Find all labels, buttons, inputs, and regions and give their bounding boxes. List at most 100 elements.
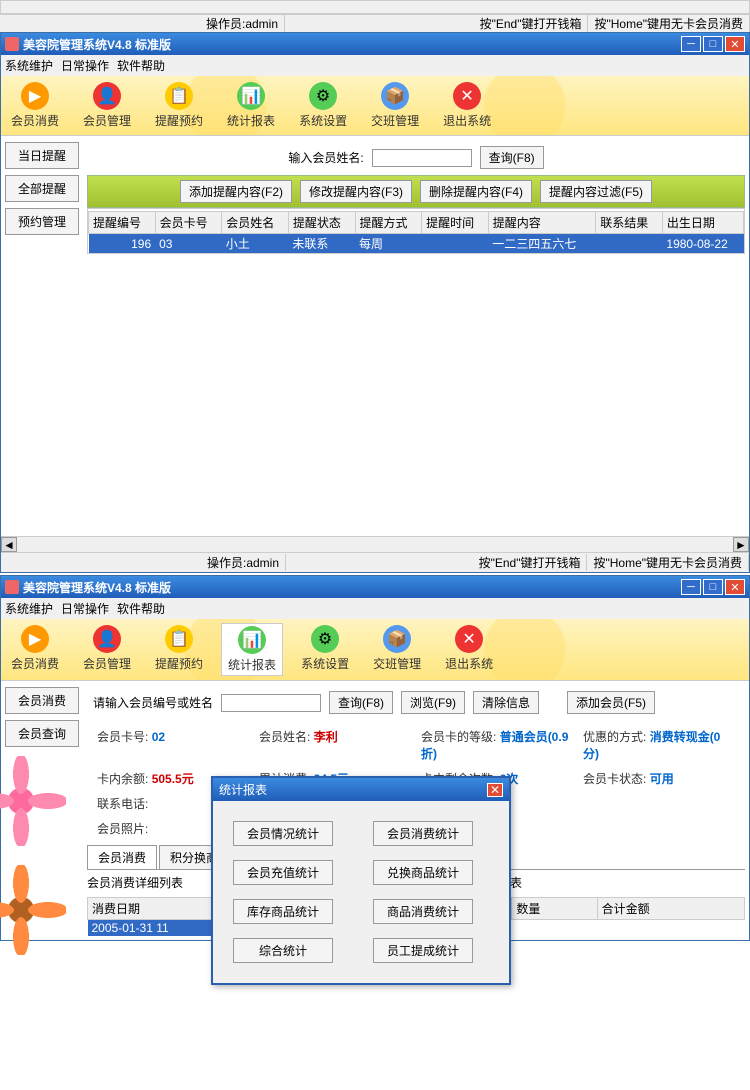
tool-settings[interactable]: ⚙系统设置: [293, 80, 353, 131]
sidebar: 当日提醒 全部提醒 预约管理: [1, 136, 83, 536]
tool-member-manage[interactable]: 👤会员管理: [77, 623, 137, 676]
member-name-input[interactable]: [372, 149, 472, 167]
query-button[interactable]: 查询(F8): [329, 691, 393, 714]
side-spend[interactable]: 会员消费: [5, 687, 79, 714]
add-member-button[interactable]: 添加会员(F5): [567, 691, 655, 714]
menu-help[interactable]: 软件帮助: [117, 600, 165, 617]
operator-label: 操作员:admin: [200, 15, 285, 32]
filter-remind-button[interactable]: 提醒内容过滤(F5): [540, 180, 652, 203]
x-icon: ✕: [455, 625, 483, 653]
menu-help[interactable]: 软件帮助: [117, 57, 165, 74]
search-row: 输入会员姓名: 查询(F8): [87, 140, 745, 175]
balance: 505.5元: [152, 772, 194, 786]
titlebar[interactable]: 美容院管理系统V4.8 标准版 ─ □ ✕: [1, 576, 749, 598]
member-spend-stat-button[interactable]: 会员消费统计: [373, 821, 473, 846]
tool-report[interactable]: 📊统计报表: [221, 80, 281, 131]
tool-exit[interactable]: ✕退出系统: [437, 80, 497, 131]
tool-remind[interactable]: 📋提醒预约: [149, 623, 209, 676]
tool-member-spend[interactable]: ▶会员消费: [5, 623, 65, 676]
filter-bar: 添加提醒内容(F2) 修改提醒内容(F3) 删除提醒内容(F4) 提醒内容过滤(…: [87, 175, 745, 208]
dialog-close-button[interactable]: ✕: [487, 783, 503, 797]
window-title: 美容院管理系统V4.8 标准版: [23, 579, 681, 596]
tool-shift[interactable]: 📦交班管理: [367, 623, 427, 676]
status-bar: 操作员:admin 按"End"键打开钱箱 按"Home"键用无卡会员消费: [1, 552, 749, 572]
chart-icon: 📊: [237, 82, 265, 110]
phone-label: 联系电话:: [97, 797, 148, 811]
member-recharge-stat-button[interactable]: 会员充值统计: [233, 860, 333, 885]
flower-icon: [0, 880, 51, 940]
app-icon: [5, 580, 19, 594]
tool-exit[interactable]: ✕退出系统: [439, 623, 499, 676]
side-booking[interactable]: 预约管理: [5, 208, 79, 235]
app-icon: [5, 37, 19, 51]
search-label: 输入会员姓名:: [288, 149, 363, 166]
member-search-input[interactable]: [221, 694, 321, 712]
tool-remind[interactable]: 📋提醒预约: [149, 80, 209, 131]
window-title: 美容院管理系统V4.8 标准版: [23, 36, 681, 53]
menubar: 系统维护 日常操作 软件帮助: [1, 598, 749, 619]
side-all[interactable]: 全部提醒: [5, 175, 79, 202]
hint-end: 按"End"键打开钱箱: [474, 15, 589, 32]
operator-label: 操作员:admin: [201, 554, 286, 571]
sidebar: 会员消费 会员查询: [1, 681, 83, 940]
box-icon: 📦: [383, 625, 411, 653]
flower-icon: [0, 771, 51, 831]
minimize-button[interactable]: ─: [681, 36, 701, 52]
x-icon: ✕: [453, 82, 481, 110]
gear-icon: ⚙: [311, 625, 339, 653]
scroll-left-icon[interactable]: ◄: [1, 537, 17, 552]
inventory-stat-button[interactable]: 库存商品统计: [233, 899, 333, 924]
combined-stat-button[interactable]: 综合统计: [233, 938, 333, 963]
maximize-button[interactable]: □: [703, 36, 723, 52]
member-info-stat-button[interactable]: 会员情况统计: [233, 821, 333, 846]
menu-daily[interactable]: 日常操作: [61, 600, 109, 617]
search-row: 请输入会员编号或姓名 查询(F8) 浏览(F9) 清除信息 添加会员(F5): [87, 685, 745, 720]
scroll-right-icon[interactable]: ►: [733, 537, 749, 552]
menubar: 系统维护 日常操作 软件帮助: [1, 55, 749, 76]
hint-home: 按"Home"键用无卡会员消费: [588, 15, 750, 32]
table-row[interactable]: 196 03 小土 未联系 每周 一二三四五六七 1980-08-22: [89, 234, 744, 254]
close-button[interactable]: ✕: [725, 579, 745, 595]
browse-button[interactable]: 浏览(F9): [401, 691, 465, 714]
hint-home: 按"Home"键用无卡会员消费: [587, 554, 749, 571]
edit-remind-button[interactable]: 修改提醒内容(F3): [300, 180, 412, 203]
menu-daily[interactable]: 日常操作: [61, 57, 109, 74]
tool-shift[interactable]: 📦交班管理: [365, 80, 425, 131]
note-icon: 📋: [165, 625, 193, 653]
side-query[interactable]: 会员查询: [5, 720, 79, 747]
search-button[interactable]: 查询(F8): [480, 146, 544, 169]
tool-member-manage[interactable]: 👤会员管理: [77, 80, 137, 131]
exchange-stat-button[interactable]: 兑换商品统计: [373, 860, 473, 885]
staff-commission-stat-button[interactable]: 员工提成统计: [373, 938, 473, 963]
close-button[interactable]: ✕: [725, 36, 745, 52]
toolbar: ▶会员消费 👤会员管理 📋提醒预约 📊统计报表 ⚙系统设置 📦交班管理 ✕退出系…: [1, 619, 749, 681]
minimize-button[interactable]: ─: [681, 579, 701, 595]
delete-remind-button[interactable]: 删除提醒内容(F4): [420, 180, 532, 203]
add-remind-button[interactable]: 添加提醒内容(F2): [180, 180, 292, 203]
tool-settings[interactable]: ⚙系统设置: [295, 623, 355, 676]
scrollbar-top[interactable]: [0, 0, 750, 14]
scrollbar-h[interactable]: ◄ ►: [1, 536, 749, 552]
menu-system[interactable]: 系统维护: [5, 600, 53, 617]
dialog-title: 统计报表: [219, 781, 267, 798]
dialog-titlebar[interactable]: 统计报表 ✕: [213, 778, 509, 801]
status-bar-upper: 操作员:admin 按"End"键打开钱箱 按"Home"键用无卡会员消费: [0, 14, 750, 32]
window-reminder: 美容院管理系统V4.8 标准版 ─ □ ✕ 系统维护 日常操作 软件帮助 ▶会员…: [0, 32, 750, 573]
titlebar[interactable]: 美容院管理系统V4.8 标准版 ─ □ ✕: [1, 33, 749, 55]
maximize-button[interactable]: □: [703, 579, 723, 595]
reminder-table[interactable]: 提醒编号 会员卡号 会员姓名 提醒状态 提醒方式 提醒时间 提醒内容 联系结果 …: [88, 211, 744, 253]
box-icon: 📦: [381, 82, 409, 110]
tab-spend[interactable]: 会员消费: [87, 845, 157, 869]
member-name: 李利: [314, 730, 338, 744]
photo-label: 会员照片:: [97, 822, 148, 836]
side-today[interactable]: 当日提醒: [5, 142, 79, 169]
clear-button[interactable]: 清除信息: [473, 691, 539, 714]
tool-member-spend[interactable]: ▶会员消费: [5, 80, 65, 131]
note-icon: 📋: [165, 82, 193, 110]
tool-report[interactable]: 📊统计报表: [221, 623, 283, 676]
user-icon: 👤: [93, 625, 121, 653]
search-label: 请输入会员编号或姓名: [93, 694, 213, 711]
menu-system[interactable]: 系统维护: [5, 57, 53, 74]
product-spend-stat-button[interactable]: 商品消费统计: [373, 899, 473, 924]
card-status: 可用: [650, 772, 674, 786]
